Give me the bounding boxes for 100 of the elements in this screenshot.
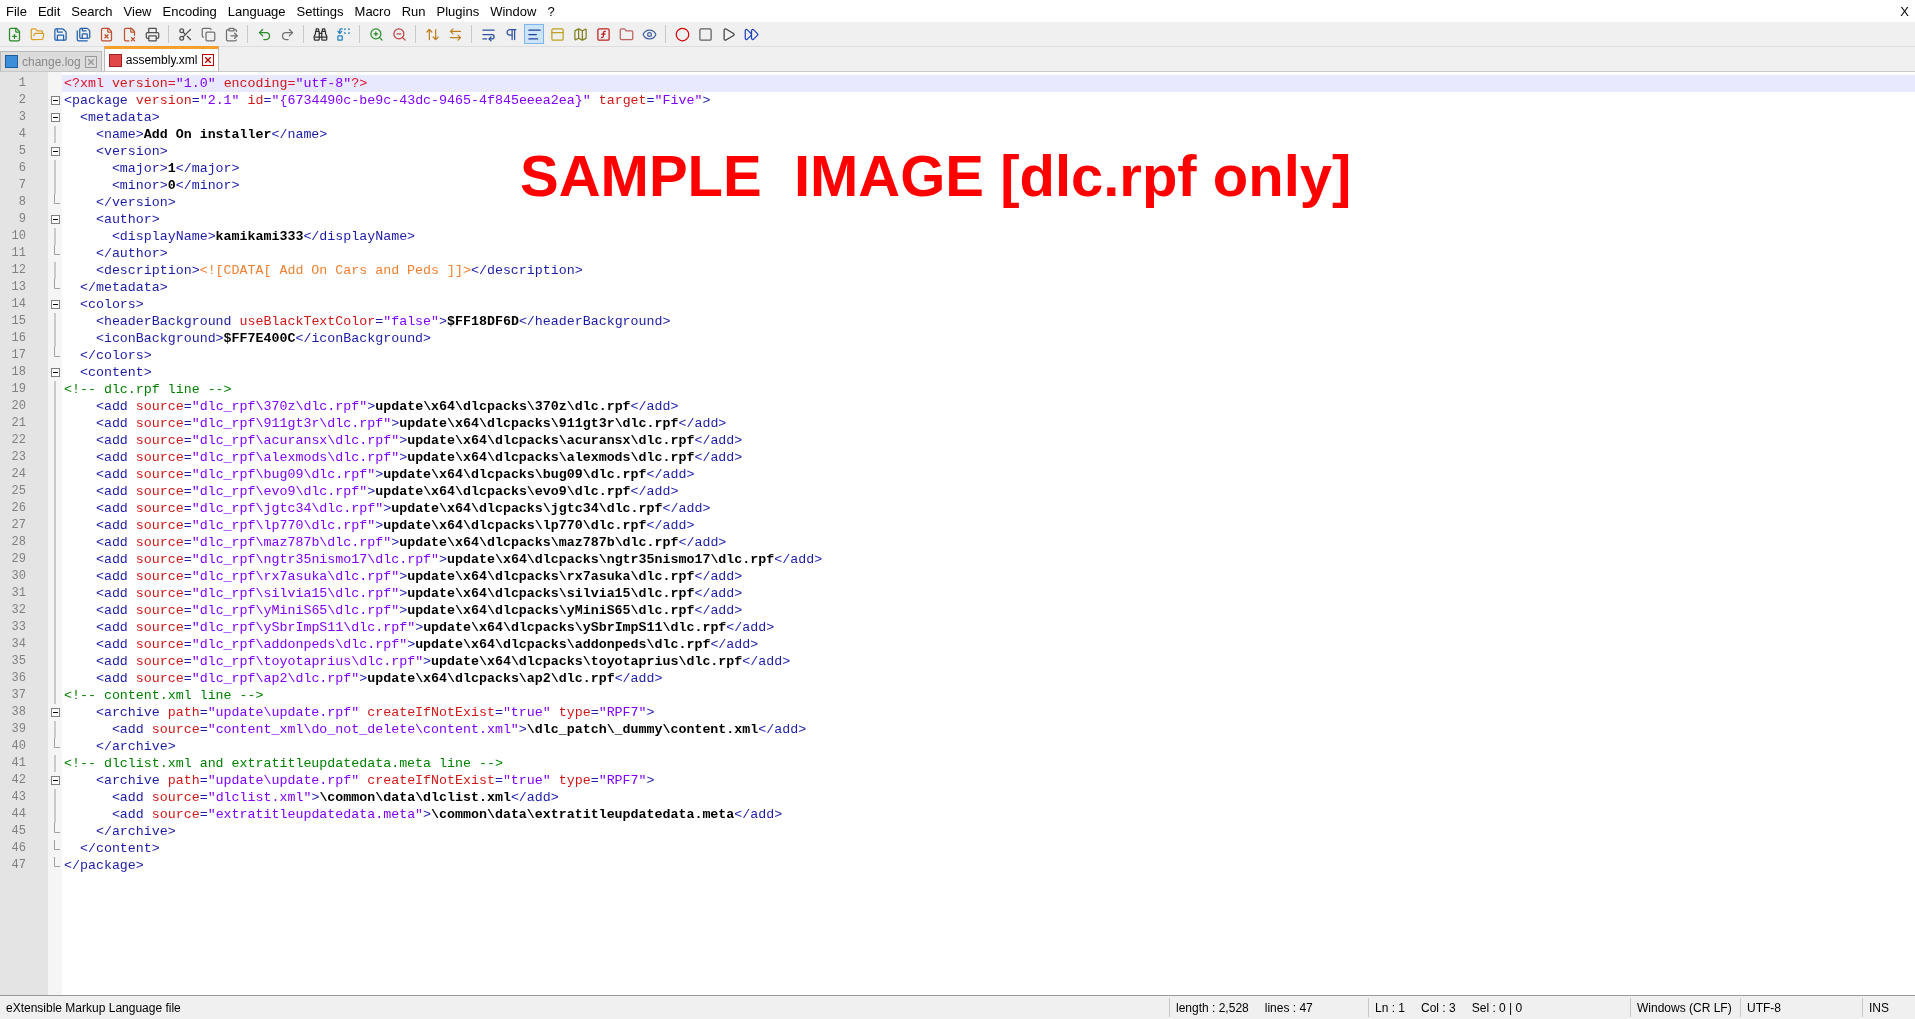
close-button[interactable]: X (1894, 3, 1915, 19)
code-line: <add source="dlc_rpf\ySbrImpS11\dlc.rpf">update\x64\dlcpacks\ySbrImpS11\dlc.rpf</add> (94, 619, 776, 636)
menu-item[interactable]: Edit (33, 3, 68, 19)
code-line: <add source="dlc_rpf\ngtr35nismo17\dlc.rpf">update\x64\dlcpacks\ngtr35nismo17\dlc.rpf</add> (94, 551, 824, 568)
fold-minus-icon[interactable] (50, 96, 60, 105)
code-line: <headerBackground useBlackTextColor="false">$FF18DF6D</headerBackground> (94, 313, 672, 330)
line-number: 26 (10, 500, 27, 517)
file-icon (5, 55, 18, 68)
menu-item[interactable]: View (119, 3, 159, 19)
horizontal-sync-icon (447, 26, 463, 42)
code-line: <!-- dlclist.xml and extratitleupdatedata.meta line --> (63, 755, 504, 772)
tab-label: assembly.xml (125, 53, 198, 67)
code-line: <add source="dlc_rpf\acuransx\dlc.rpf">update\x64\dlcpacks\acuransx\dlc.rpf</add> (94, 432, 744, 449)
code-line: <archive path="update\update.rpf" createIfNotExist="true" type="RPF7"> (94, 772, 656, 789)
code-line: <add source="dlc_rpf\bug09\dlc.rpf">update\x64\dlcpacks\bug09\dlc.rpf</add> (94, 466, 696, 483)
line-number: 40 (10, 738, 27, 755)
line-number: 6 (17, 160, 27, 177)
menu-item[interactable]: ? (543, 3, 562, 19)
overlay-caption: SAMPLE IMAGE [dlc.rpf only] (520, 142, 1352, 209)
line-number: 11 (10, 245, 27, 262)
paste-icon (223, 26, 239, 42)
code-line: <add source="dlc_rpf\370z\dlc.rpf">update\x64\dlcpacks\370z\dlc.rpf</add> (94, 398, 680, 415)
ln-text: Ln : 1 (1375, 1000, 1406, 1015)
line-number: 16 (10, 330, 27, 347)
eye-icon (641, 26, 657, 42)
menu-item[interactable]: File (2, 3, 34, 19)
line-number: 33 (10, 619, 27, 636)
line-number: 15 (10, 313, 27, 330)
line-number: 42 (10, 772, 27, 789)
menu-item[interactable]: Run (397, 3, 433, 19)
line-number: 34 (10, 636, 27, 653)
line-number: 21 (10, 415, 27, 432)
sel-text: Sel : 0 | 0 (1471, 1000, 1523, 1015)
menu-item[interactable]: Window (486, 3, 544, 19)
undo-icon (256, 26, 272, 42)
code-line: </package> (63, 857, 145, 874)
binoculars-icon (312, 26, 328, 42)
line-number: 7 (17, 177, 27, 194)
menu-item[interactable]: Macro (350, 3, 398, 19)
fold-minus-icon[interactable] (50, 300, 60, 309)
code-line: </content> (78, 840, 161, 857)
line-number: 22 (10, 432, 27, 449)
line-number: 10 (10, 228, 27, 245)
line-number: 29 (10, 551, 27, 568)
map-icon (572, 26, 588, 42)
code-line: <add source="dlc_rpf\silvia15\dlc.rpf">update\x64\dlcpacks\silvia15\dlc.rpf</add> (94, 585, 744, 602)
code-line: <add source="dlclist.xml">\common\data\dlclist.xml</add> (110, 789, 560, 806)
fold-minus-icon[interactable] (50, 776, 60, 785)
file-icon (108, 53, 122, 67)
lines-text: lines : 47 (1264, 1000, 1313, 1015)
line-number: 13 (10, 279, 27, 296)
length-text: length : 2,528 (1176, 1000, 1249, 1015)
line-number: 43 (10, 789, 27, 806)
line-number: 32 (10, 602, 27, 619)
line-number: 17 (10, 347, 27, 364)
file-tab[interactable]: assembly.xml (103, 46, 219, 71)
fold-minus-icon[interactable] (50, 147, 60, 156)
close-icon[interactable] (201, 54, 214, 66)
stop-icon (697, 26, 713, 42)
line-number: 1 (17, 75, 27, 92)
menu-item[interactable]: Search (67, 3, 120, 19)
open-folder-icon (29, 26, 45, 42)
fold-minus-icon[interactable] (50, 113, 60, 122)
code-line: <add source="dlc_rpf\maz787b\dlc.rpf">update\x64\dlcpacks\maz787b\dlc.rpf</add> (94, 534, 728, 551)
code-line: </archive> (94, 823, 177, 840)
code-line: <version> (94, 143, 169, 160)
line-number: 37 (10, 687, 27, 704)
redo-icon (279, 26, 295, 42)
code-line: <add source="dlc_rpf\evo9\dlc.rpf">update\x64\dlcpacks\evo9\dlc.rpf</add> (94, 483, 680, 500)
code-line: <author> (94, 211, 161, 228)
line-number: 45 (10, 823, 27, 840)
play-icon (720, 26, 736, 42)
line-number: 31 (10, 585, 27, 602)
line-number: 35 (10, 653, 27, 670)
line-number: 14 (10, 296, 27, 313)
line-number: 18 (10, 364, 27, 381)
zoom-in-icon (368, 26, 384, 42)
code-line: <add source="dlc_rpf\911gt3r\dlc.rpf">update\x64\dlcpacks\911gt3r\dlc.rpf</add> (94, 415, 728, 432)
fold-minus-icon[interactable] (50, 368, 60, 377)
code-line: <minor>0</minor> (110, 177, 241, 194)
line-number: 3 (17, 109, 27, 126)
menu-item[interactable]: Settings (292, 3, 351, 19)
line-number: 23 (10, 449, 27, 466)
menu-item[interactable]: Language (223, 3, 293, 19)
line-number: 46 (10, 840, 27, 857)
line-number: 47 (10, 857, 27, 874)
fold-minus-icon[interactable] (50, 708, 60, 717)
code-line: <add source="extratitleupdatedata.meta">\common\data\extratitleupdatedata.meta</add> (110, 806, 784, 823)
menu-item[interactable]: Plugins (432, 3, 487, 19)
copy-icon (200, 26, 216, 42)
line-number: 36 (10, 670, 27, 687)
code-line: <content> (78, 364, 153, 381)
code-line: <add source="dlc_rpf\jgtc34\dlc.rpf">update\x64\dlcpacks\jgtc34\dlc.rpf</add> (94, 500, 712, 517)
code-line: </version> (94, 194, 177, 211)
code-line: </colors> (78, 347, 153, 364)
fold-minus-icon[interactable] (50, 215, 60, 224)
save-all-icon (75, 26, 91, 42)
insert-mode: INS (1869, 1000, 1889, 1015)
menu-item[interactable]: Encoding (158, 3, 224, 19)
file-type: eXtensible Markup Language file (6, 1000, 181, 1015)
